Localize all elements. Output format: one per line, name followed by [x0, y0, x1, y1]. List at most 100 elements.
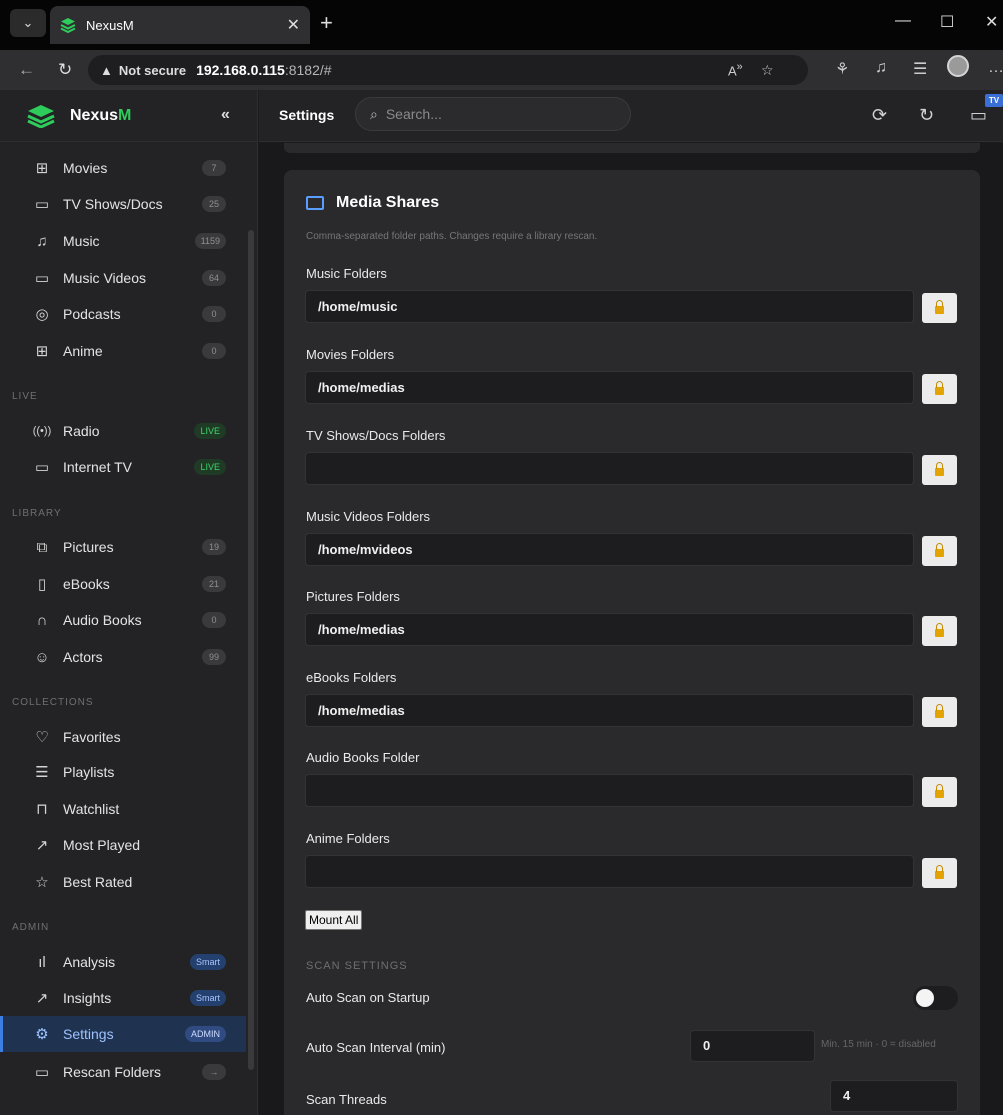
auto-scan-startup-toggle[interactable] — [913, 986, 958, 1010]
auto-scan-startup-label: Auto Scan on Startup — [306, 990, 430, 1005]
sidebar-item-audio-books[interactable]: ∩ Audio Books 0 — [0, 602, 246, 638]
favorites-list-icon[interactable]: ☰ — [913, 59, 927, 79]
brand[interactable]: NexusM — [0, 90, 258, 142]
pictures-folders-input[interactable]: /home/medias — [305, 613, 914, 646]
sidebar-item-best-rated[interactable]: ☆ Best Rated — [0, 864, 246, 900]
reload-icon[interactable]: ↻ — [58, 60, 72, 80]
sidebar-item-music-videos[interactable]: ▭ Music Videos 64 — [0, 260, 246, 296]
read-aloud-icon[interactable]: A» — [728, 61, 743, 78]
audio-books-folder-input[interactable] — [305, 774, 914, 807]
search-placeholder: Search... — [385, 106, 442, 122]
lock-icon — [935, 623, 944, 637]
tv-icon: ▭ — [34, 459, 50, 476]
scan-settings-header: SCAN SETTINGS — [306, 960, 408, 972]
tv-badge: TV — [985, 94, 1003, 107]
sidebar-item-label: Favorites — [63, 729, 121, 745]
sidebar-item-ebooks[interactable]: ▯ eBooks 21 — [0, 566, 246, 602]
folder-icon — [306, 196, 324, 210]
tv-shows-folders-label: TV Shows/Docs Folders — [306, 428, 446, 443]
sidebar-item-most-played[interactable]: ↗ Most Played — [0, 827, 246, 863]
gear-icon: ⚙ — [35, 1026, 49, 1043]
sidebar-item-music[interactable]: ♫ Music 1159 — [0, 223, 246, 259]
movies-folders-input[interactable]: /home/medias — [305, 371, 914, 404]
collapse-sidebar-button[interactable]: « — [221, 106, 230, 124]
bookmark-icon: ⊓ — [36, 801, 48, 818]
sidebar-item-settings[interactable]: ⚙ Settings ADMIN — [0, 1016, 246, 1052]
music-videos-folders-input[interactable]: /home/mvideos — [305, 533, 914, 566]
sidebar-item-actors[interactable]: ☺ Actors 99 — [0, 639, 246, 675]
favorite-star-icon[interactable]: ☆ — [761, 62, 774, 79]
music-videos-folders-label: Music Videos Folders — [306, 509, 431, 524]
url-host: 192.168.0.115 — [196, 62, 285, 78]
ebooks-folders-label: eBooks Folders — [306, 670, 397, 685]
sidebar-item-analysis[interactable]: ıl Analysis Smart — [0, 944, 246, 980]
refresh-icon[interactable]: ↻ — [919, 105, 934, 126]
tv-mode-icon[interactable]: ▭ — [970, 105, 987, 126]
sidebar-item-favorites[interactable]: ♡ Favorites — [0, 719, 246, 755]
sidebar-item-radio[interactable]: ((•)) Radio LIVE — [0, 413, 246, 449]
tab-actions-menu[interactable]: ⌄ — [10, 9, 46, 37]
section-header-admin: ADMIN — [12, 922, 50, 933]
extensions-icon[interactable]: ⚘ — [835, 59, 849, 79]
image-icon: ⧉ — [36, 538, 48, 556]
music-videos-folders-lock-button[interactable] — [922, 536, 957, 566]
count-badge: 21 — [202, 576, 226, 592]
count-badge: 19 — [202, 539, 226, 555]
media-icon[interactable]: ♫ — [875, 59, 887, 77]
sidebar-item-label: Playlists — [63, 764, 115, 780]
search-input[interactable]: ⌕ Search... — [355, 97, 631, 131]
scan-threads-input[interactable]: 4 — [830, 1080, 958, 1112]
movies-folders-lock-button[interactable] — [922, 374, 957, 404]
sidebar-item-playlists[interactable]: ☰ Playlists — [0, 754, 246, 790]
sidebar-item-watchlist[interactable]: ⊓ Watchlist — [0, 791, 246, 827]
url-path: :8182/# — [284, 62, 332, 78]
sidebar-item-pictures[interactable]: ⧉ Pictures 19 — [0, 529, 246, 565]
sync-off-icon[interactable]: ⟳ — [872, 105, 887, 126]
browser-tab[interactable]: NexusM ✕ — [50, 6, 310, 44]
admin-badge: ADMIN — [185, 1026, 226, 1042]
main-scrollbar[interactable] — [997, 143, 1003, 1115]
sidebar-item-insights[interactable]: ↗ Insights Smart — [0, 980, 246, 1016]
ebooks-folders-lock-button[interactable] — [922, 697, 957, 727]
sidebar-item-anime[interactable]: ⊞ Anime 0 — [0, 333, 246, 369]
sidebar-item-podcasts[interactable]: ◎ Podcasts 0 — [0, 296, 246, 332]
auto-scan-interval-input[interactable]: 0 — [690, 1030, 815, 1062]
video-icon: ▭ — [34, 270, 50, 287]
sidebar-item-label: Actors — [63, 649, 103, 665]
music-folders-lock-button[interactable] — [922, 293, 957, 323]
sidebar-item-label: Audio Books — [63, 612, 142, 628]
anime-folders-input[interactable] — [305, 855, 914, 888]
audio-books-folder-label: Audio Books Folder — [306, 750, 420, 765]
headphones-icon: ∩ — [36, 611, 48, 629]
minimize-icon[interactable]: — — [895, 12, 911, 30]
new-tab-icon[interactable]: + — [320, 10, 333, 36]
music-folders-input[interactable]: /home/music — [305, 290, 914, 323]
sidebar-item-internet-tv[interactable]: ▭ Internet TV LIVE — [0, 449, 246, 485]
pictures-folders-lock-button[interactable] — [922, 616, 957, 646]
close-window-icon[interactable]: ✕ — [985, 12, 998, 32]
tv-shows-folders-lock-button[interactable] — [922, 455, 957, 485]
pictures-folders-label: Pictures Folders — [306, 589, 400, 604]
mount-all-button[interactable]: Mount All — [305, 910, 363, 930]
sidebar-item-movies[interactable]: ⊞ Movies 7 — [0, 150, 246, 186]
live-badge: LIVE — [194, 423, 226, 439]
settings-content: Media Shares Comma-separated folder path… — [259, 143, 1003, 1115]
heart-icon: ♡ — [35, 729, 49, 746]
sidebar-item-tv-shows[interactable]: ▭ TV Shows/Docs 25 — [0, 186, 246, 222]
sidebar-item-rescan-folders[interactable]: ▭ Rescan Folders → — [0, 1054, 246, 1090]
tv-shows-folders-input[interactable] — [305, 452, 914, 485]
audio-books-folder-lock-button[interactable] — [922, 777, 957, 807]
sidebar-item-label: Rescan Folders — [63, 1064, 162, 1080]
close-tab-icon[interactable]: ✕ — [287, 15, 300, 35]
top-header: Settings ⌕ Search... ⟳ ↻ ▭ TV — [259, 90, 1003, 142]
sidebar-scrollbar[interactable] — [248, 230, 254, 1070]
more-icon[interactable]: … — [988, 59, 1003, 77]
back-icon[interactable]: ← — [18, 60, 35, 80]
sidebar: NexusM « ⊞ Movies 7 ▭ TV Shows/Docs 25 ♫… — [0, 90, 258, 1115]
trending-icon: ↗ — [35, 990, 49, 1007]
anime-folders-lock-button[interactable] — [922, 858, 957, 888]
ebooks-folders-input[interactable]: /home/medias — [305, 694, 914, 727]
maximize-icon[interactable]: ☐ — [940, 12, 954, 32]
profile-avatar[interactable] — [947, 55, 969, 77]
url-field[interactable]: ▲ Not secure 192.168.0.115:8182/# A» ☆ — [88, 55, 808, 85]
